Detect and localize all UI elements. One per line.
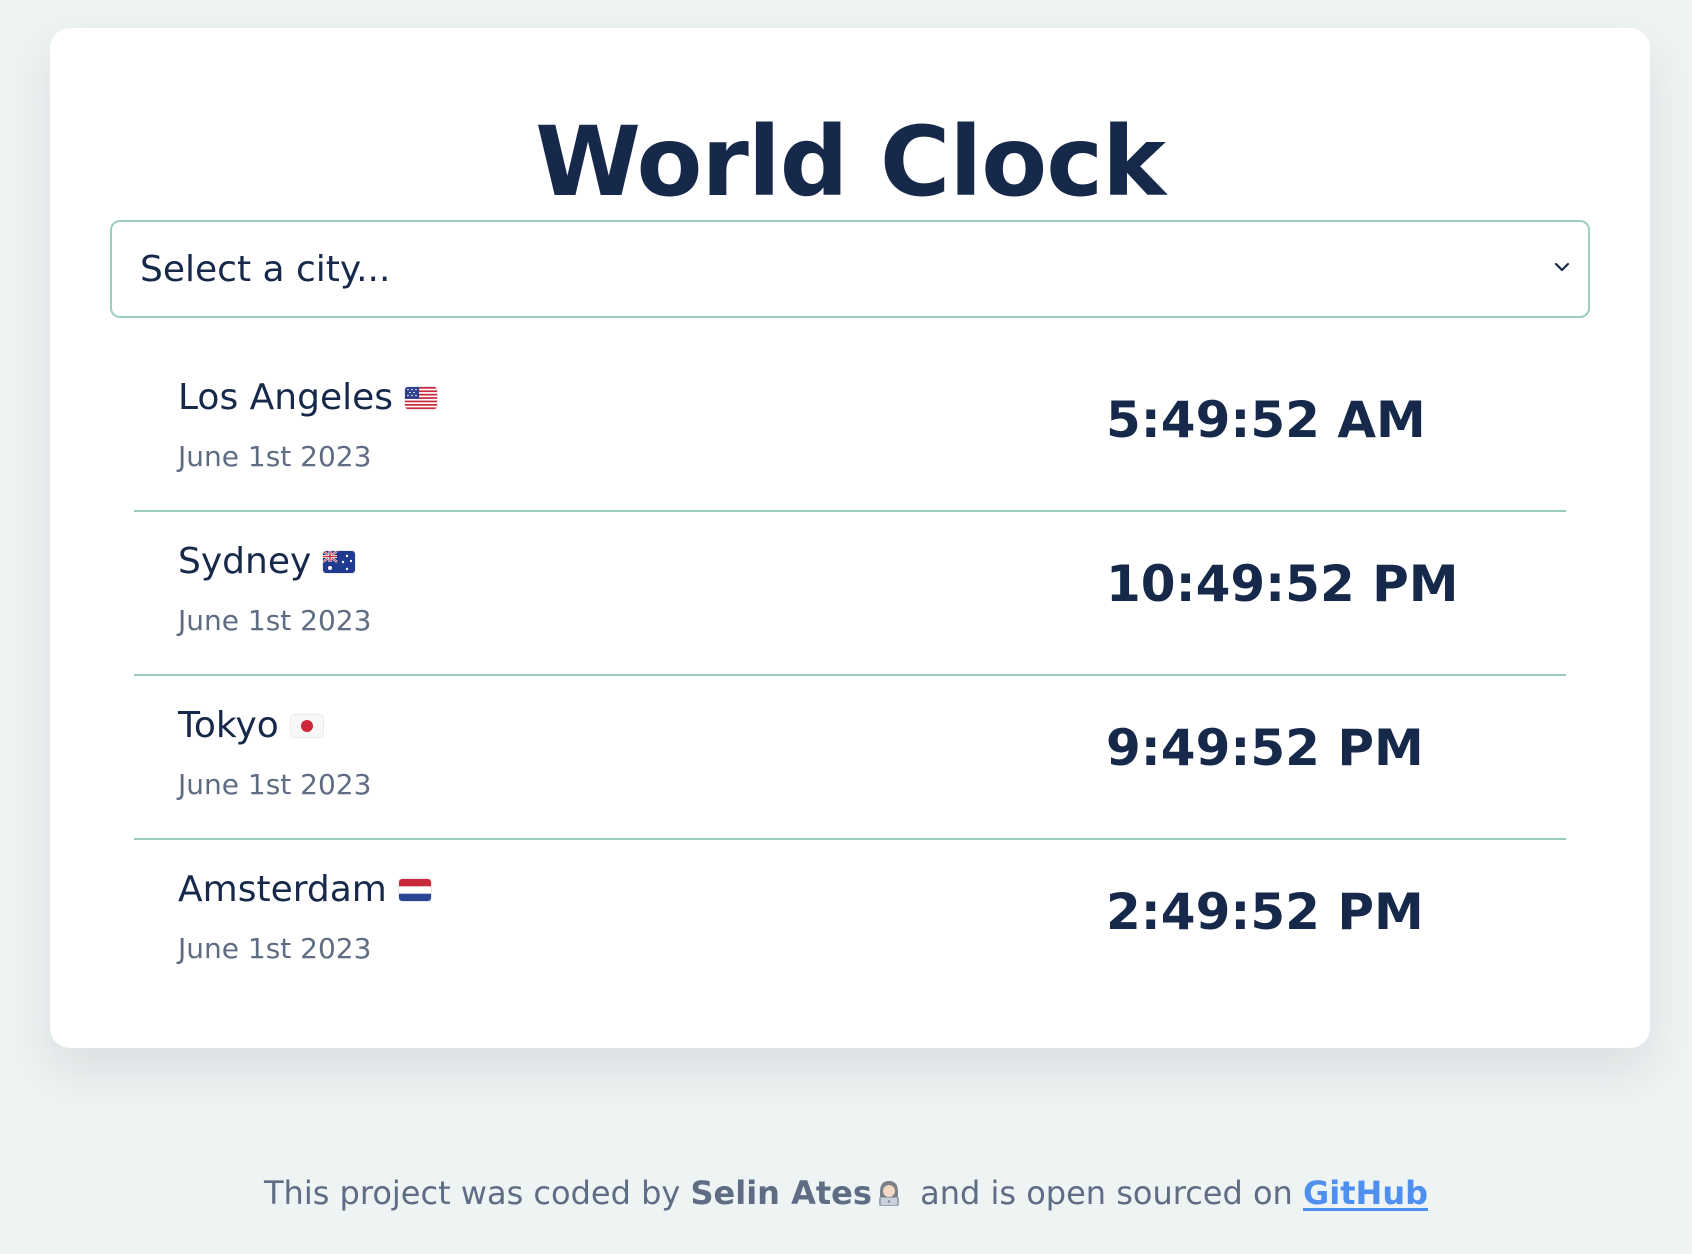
city-date: June 1st 2023 — [178, 932, 372, 965]
author-name: Selin Ates — [690, 1174, 872, 1212]
page-title: World Clock — [535, 106, 1166, 218]
city-time: 2:49:52 PM — [1106, 883, 1424, 941]
city-select-value: Select a city... — [140, 248, 391, 290]
city-date: June 1st 2023 — [178, 604, 372, 637]
city-time: 9:49:52 PM — [1106, 719, 1424, 777]
city-time: 10:49:52 PM — [1106, 555, 1459, 613]
github-link[interactable]: GitHub — [1303, 1174, 1428, 1212]
city-name: Tokyo — [178, 705, 279, 746]
us-flag-icon — [405, 387, 437, 409]
world-clock-card: World Clock Select a city... Los Angeles — [50, 28, 1650, 1048]
australia-flag-icon — [323, 551, 356, 573]
city-name: Amsterdam — [178, 869, 387, 910]
city-row-amsterdam: Amsterdam June 1st 2023 2:49:52 PM — [134, 838, 1566, 1002]
japan-flag-icon — [290, 715, 323, 737]
footer: This project was coded by Selin Ates and… — [0, 1172, 1692, 1214]
chevron-down-icon — [1552, 257, 1572, 277]
city-row-sydney: Sydney June 1st 2023 10:49:52 PM — [134, 510, 1566, 676]
city-date: June 1st 2023 — [178, 440, 372, 473]
city-row-tokyo: Tokyo June 1st 2023 9:49:52 PM — [134, 674, 1566, 840]
footer-prefix: This project was coded by — [263, 1174, 681, 1212]
city-name: Sydney — [178, 541, 312, 582]
city-row-los-angeles: Los Angeles June 1st 2023 5:49:52 AM — [134, 346, 1566, 512]
city-name: Los Angeles — [178, 377, 393, 418]
city-time: 5:49:52 AM — [1106, 391, 1426, 449]
city-select[interactable]: Select a city... — [110, 220, 1590, 318]
footer-middle: and is open sourced on — [920, 1174, 1293, 1212]
city-date: June 1st 2023 — [178, 768, 372, 801]
woman-technologist-icon — [874, 1178, 904, 1208]
netherlands-flag-icon — [398, 879, 431, 901]
